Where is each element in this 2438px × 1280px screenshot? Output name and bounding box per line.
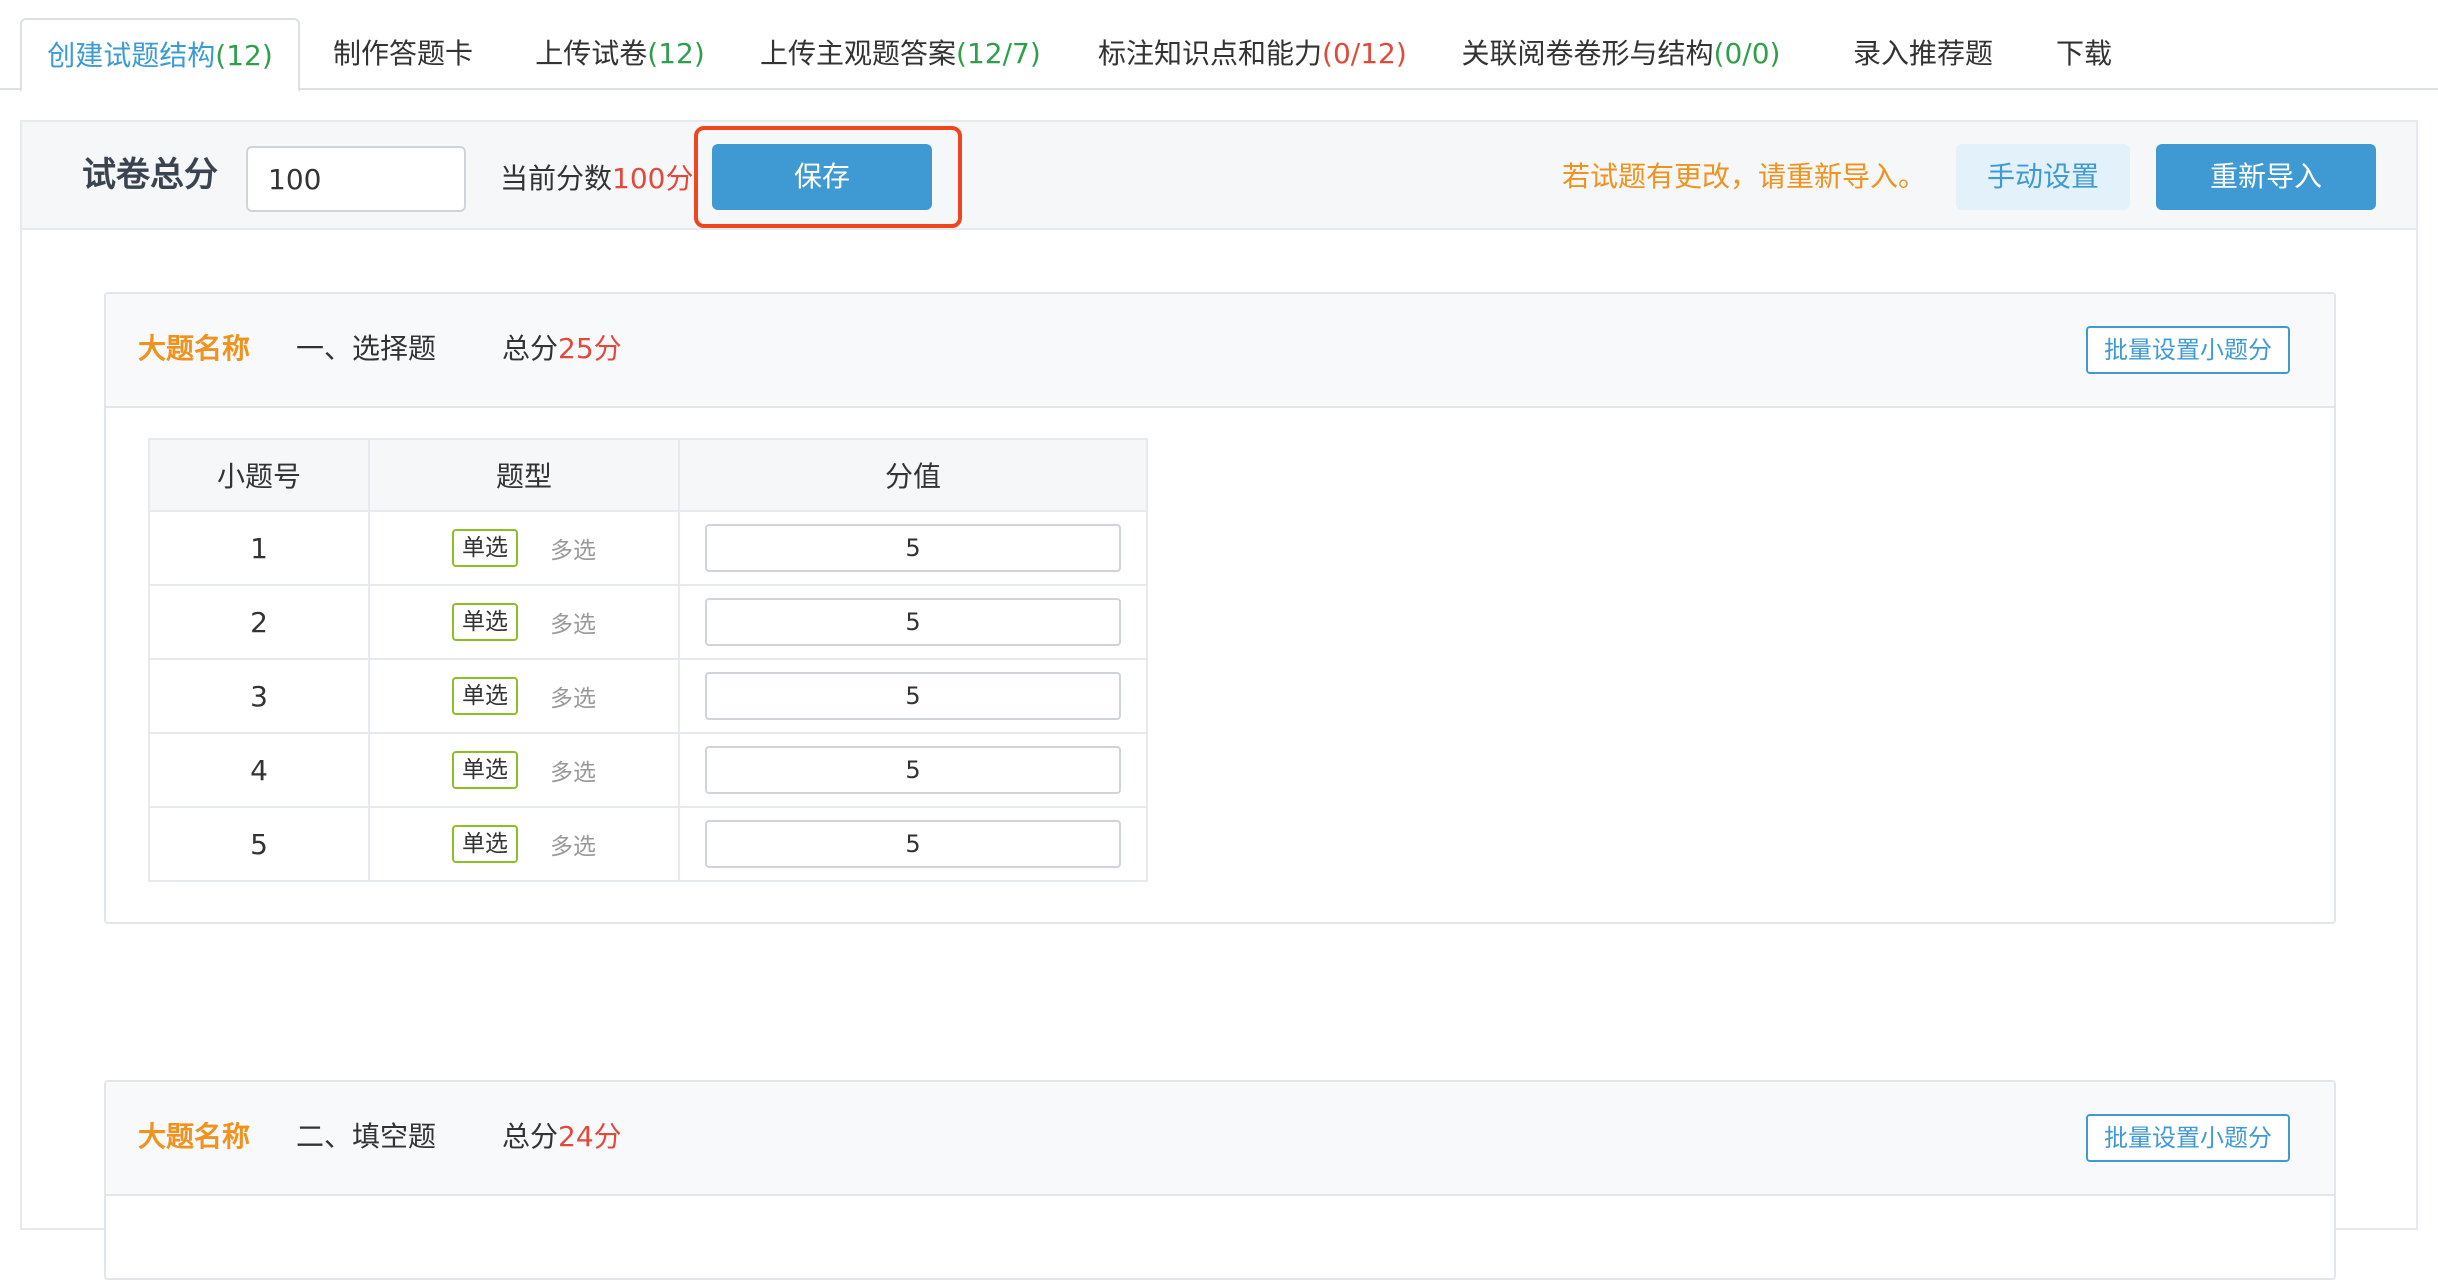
type-single-option[interactable]: 单选 [452, 603, 518, 641]
question-number: 5 [148, 806, 370, 882]
type-single-option[interactable]: 单选 [452, 825, 518, 863]
tab-label: 创建试题结构 [47, 39, 216, 72]
section-name-label: 大题名称 [138, 332, 251, 365]
type-single-option[interactable]: 单选 [452, 751, 518, 789]
tab-label: 上传试卷 [535, 37, 648, 70]
section-total: 总分25分 [502, 324, 622, 374]
tab-count: (12) [647, 37, 705, 70]
tab-label: 下载 [2055, 37, 2112, 70]
section-header: 大题名称 二、填空题 总分24分 批量设置小题分 [106, 1082, 2334, 1196]
score-cell [678, 658, 1148, 734]
total-score-label: 试卷总分 [82, 155, 218, 195]
question-table: 小题号 题型 分值 1 单选多选 2 单选多选 3 单选多选 [148, 438, 1148, 882]
score-cell [678, 806, 1148, 882]
question-number: 1 [148, 510, 370, 586]
section-name: 二、填空题 [296, 1120, 437, 1153]
tab-upload-paper[interactable]: 上传试卷(12) [520, 18, 720, 90]
section-card: 大题名称 一、选择题 总分25分 批量设置小题分 小题号 题型 分值 1 单选多… [104, 292, 2336, 924]
table-row: 1 单选 多选 [148, 510, 1148, 586]
type-multi-option[interactable]: 多选 [550, 827, 596, 861]
question-number: 3 [148, 658, 370, 734]
current-score: 当前分数100分 [500, 154, 693, 204]
question-type-cell: 单选 多选 [368, 732, 680, 808]
tab-tag-knowledge[interactable]: 标注知识点和能力(0/12) [1098, 18, 1407, 90]
section-header: 大题名称 一、选择题 总分25分 批量设置小题分 [106, 294, 2334, 408]
reimport-warning: 若试题有更改，请重新导入。 [1562, 160, 1927, 193]
type-single-option[interactable]: 单选 [452, 677, 518, 715]
score-input[interactable] [705, 598, 1121, 646]
tab-create-structure[interactable]: 创建试题结构(12) [20, 18, 300, 92]
section-total-value: 24分 [558, 1120, 622, 1153]
tab-link-marking-structure[interactable]: 关联阅卷卷形与结构(0/0) [1460, 18, 1782, 90]
type-multi-option[interactable]: 多选 [550, 753, 596, 787]
structure-panel: 试卷总分 当前分数100分 保存 若试题有更改，请重新导入。 手动设置 重新导入… [20, 120, 2418, 1280]
table-row: 4 单选 多选 [148, 732, 1148, 808]
manual-setting-button[interactable]: 手动设置 [1956, 144, 2130, 210]
section-name-label: 大题名称 [138, 1120, 251, 1153]
question-type-cell: 单选 多选 [368, 510, 680, 586]
section-total: 总分24分 [502, 1112, 622, 1162]
batch-set-score-button[interactable]: 批量设置小题分 [2086, 326, 2290, 374]
tab-label: 制作答题卡 [332, 37, 473, 70]
score-cell [678, 584, 1148, 660]
score-cell [678, 510, 1148, 586]
save-button[interactable]: 保存 [712, 144, 932, 210]
score-input[interactable] [705, 672, 1121, 720]
tab-label: 上传主观题答案 [760, 37, 957, 70]
column-header: 题型 [368, 438, 680, 512]
question-type-cell: 单选 多选 [368, 658, 680, 734]
tab-label: 标注知识点和能力 [1098, 37, 1323, 70]
score-input[interactable] [705, 524, 1121, 572]
question-type-cell: 单选 多选 [368, 806, 680, 882]
score-cell [678, 732, 1148, 808]
score-input[interactable] [705, 820, 1121, 868]
column-header: 分值 [678, 438, 1148, 512]
tab-count: (12) [215, 39, 273, 72]
question-type-cell: 单选 多选 [368, 584, 680, 660]
tab-answer-card[interactable]: 制作答题卡 [310, 18, 496, 90]
tab-recommended-questions[interactable]: 录入推荐题 [1838, 18, 2008, 90]
table-row: 5 单选 多选 [148, 806, 1148, 882]
type-single-option[interactable]: 单选 [452, 529, 518, 567]
current-score-value: 100分 [612, 162, 694, 195]
question-number: 4 [148, 732, 370, 808]
question-number: 2 [148, 584, 370, 660]
type-multi-option[interactable]: 多选 [550, 605, 596, 639]
tab-label: 录入推荐题 [1852, 37, 1993, 70]
tab-label: 关联阅卷卷形与结构 [1461, 37, 1714, 70]
section-card: 大题名称 二、填空题 总分24分 批量设置小题分 [104, 1080, 2336, 1280]
score-input[interactable] [705, 746, 1121, 794]
section-total-value: 25分 [558, 332, 622, 365]
total-score-input[interactable] [246, 146, 466, 212]
batch-set-score-button[interactable]: 批量设置小题分 [2086, 1114, 2290, 1162]
type-multi-option[interactable]: 多选 [550, 679, 596, 713]
table-header-row: 小题号 题型 分值 [148, 438, 1148, 512]
tab-count: (12/7) [956, 37, 1041, 70]
tab-bar: 创建试题结构(12) 制作答题卡 上传试卷(12) 上传主观题答案(12/7) … [0, 0, 2438, 92]
tab-download[interactable]: 下载 [2044, 18, 2124, 90]
reimport-button[interactable]: 重新导入 [2156, 144, 2376, 210]
score-toolbar: 试卷总分 当前分数100分 保存 若试题有更改，请重新导入。 手动设置 重新导入 [22, 122, 2416, 230]
section-name: 一、选择题 [296, 332, 437, 365]
column-header: 小题号 [148, 438, 370, 512]
table-row: 3 单选 多选 [148, 658, 1148, 734]
section-total-label: 总分 [502, 332, 559, 365]
tab-upload-subjective-answers[interactable]: 上传主观题答案(12/7) [760, 18, 1041, 90]
type-multi-option[interactable]: 多选 [550, 531, 596, 565]
tab-count: (0/12) [1322, 37, 1407, 70]
current-score-label: 当前分数 [500, 162, 613, 195]
table-row: 2 单选 多选 [148, 584, 1148, 660]
tab-count: (0/0) [1713, 37, 1781, 70]
section-total-label: 总分 [502, 1120, 559, 1153]
